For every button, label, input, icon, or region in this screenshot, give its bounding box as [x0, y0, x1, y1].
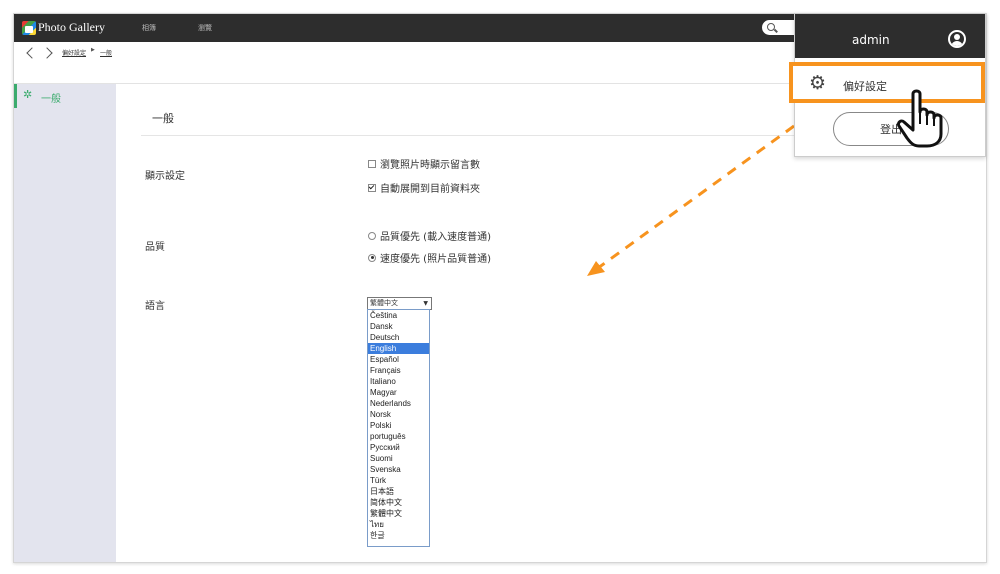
user-icon[interactable] — [948, 30, 966, 48]
language-option[interactable]: Čeština — [368, 310, 429, 321]
breadcrumb-preferences[interactable]: 偏好設定 — [62, 48, 86, 57]
breadcrumb-general[interactable]: 一般 — [100, 48, 112, 57]
option-label: 瀏覽照片時顯示留言數 — [380, 160, 480, 171]
language-option[interactable]: Svenska — [368, 464, 429, 475]
quality-label: 品質 — [145, 242, 165, 253]
language-option[interactable]: português — [368, 431, 429, 442]
section-title: 一般 — [152, 112, 174, 125]
radio-checked[interactable] — [368, 253, 376, 262]
show-comment-count-checkbox[interactable]: 瀏覽照片時顯示留言數 — [368, 156, 480, 171]
language-label: 語言 — [145, 301, 165, 312]
option-label: 速度優先 (照片品質普通) — [380, 254, 491, 265]
gear-icon: ✲ — [23, 88, 33, 101]
language-option[interactable]: Italiano — [368, 376, 429, 387]
language-option[interactable]: Nederlands — [368, 398, 429, 409]
option-label: 品質優先 (載入速度普通) — [380, 232, 491, 243]
user-menu-header: admin — [795, 14, 985, 58]
nav-albums[interactable]: 相簿 — [142, 23, 156, 33]
language-option[interactable]: ไทย — [368, 519, 429, 530]
language-selected-value: 繁體中文 — [370, 299, 398, 307]
option-label: 自動展開到目前資料夾 — [380, 184, 480, 195]
language-option[interactable]: Français — [368, 365, 429, 376]
language-option[interactable]: 日本語 — [368, 486, 429, 497]
nav-browse[interactable]: 瀏覽 — [198, 23, 212, 33]
language-option[interactable]: 한글 — [368, 530, 429, 541]
sidebar-item-general[interactable]: ✲ 一般 — [14, 84, 119, 108]
language-option[interactable]: 简体中文 — [368, 497, 429, 508]
user-menu: admin ⚙ 偏好設定 登出 — [789, 13, 986, 157]
forward-icon[interactable] — [41, 47, 53, 59]
photo-gallery-logo-icon — [22, 21, 36, 35]
language-option[interactable]: Русский — [368, 442, 429, 453]
search-icon — [767, 23, 775, 31]
language-option[interactable]: Türk — [368, 475, 429, 486]
sidebar-item-label: 一般 — [41, 94, 61, 105]
quality-priority-radio[interactable]: 品質優先 (載入速度普通) — [368, 228, 491, 243]
back-icon[interactable] — [26, 47, 38, 59]
language-option[interactable]: Suomi — [368, 453, 429, 464]
annotation-arrow — [587, 124, 795, 276]
preferences-menu-item[interactable]: ⚙ 偏好設定 — [789, 62, 985, 103]
pointer-hand-icon — [897, 89, 943, 148]
language-option[interactable]: Polski — [368, 420, 429, 431]
username: admin — [852, 33, 890, 47]
breadcrumb-separator-icon: ▶ — [91, 47, 95, 53]
language-option[interactable]: English — [368, 343, 429, 354]
language-dropdown-list[interactable]: Čeština Dansk Deutsch English Español Françai… — [367, 309, 430, 547]
speed-priority-radio[interactable]: 速度優先 (照片品質普通) — [368, 250, 491, 265]
dropdown-arrow-icon: ▼ — [423, 300, 428, 307]
language-option[interactable]: Norsk — [368, 409, 429, 420]
language-option[interactable]: Dansk — [368, 321, 429, 332]
preferences-label: 偏好設定 — [843, 80, 887, 93]
language-option[interactable]: 繁體中文 — [368, 508, 429, 519]
display-settings-label: 顯示設定 — [145, 171, 185, 182]
checkbox-unchecked[interactable] — [368, 159, 376, 168]
language-option[interactable]: Deutsch — [368, 332, 429, 343]
auto-expand-folder-checkbox[interactable]: 自動展開到目前資料夾 — [368, 180, 480, 195]
radio-unchecked[interactable] — [368, 231, 376, 240]
sidebar: ✲ 一般 — [14, 84, 116, 562]
language-option[interactable]: Español — [368, 354, 429, 365]
app-title: Photo Gallery — [38, 20, 105, 34]
gear-icon: ⚙ — [809, 72, 827, 94]
checkbox-checked[interactable] — [368, 183, 376, 192]
language-option[interactable]: Magyar — [368, 387, 429, 398]
